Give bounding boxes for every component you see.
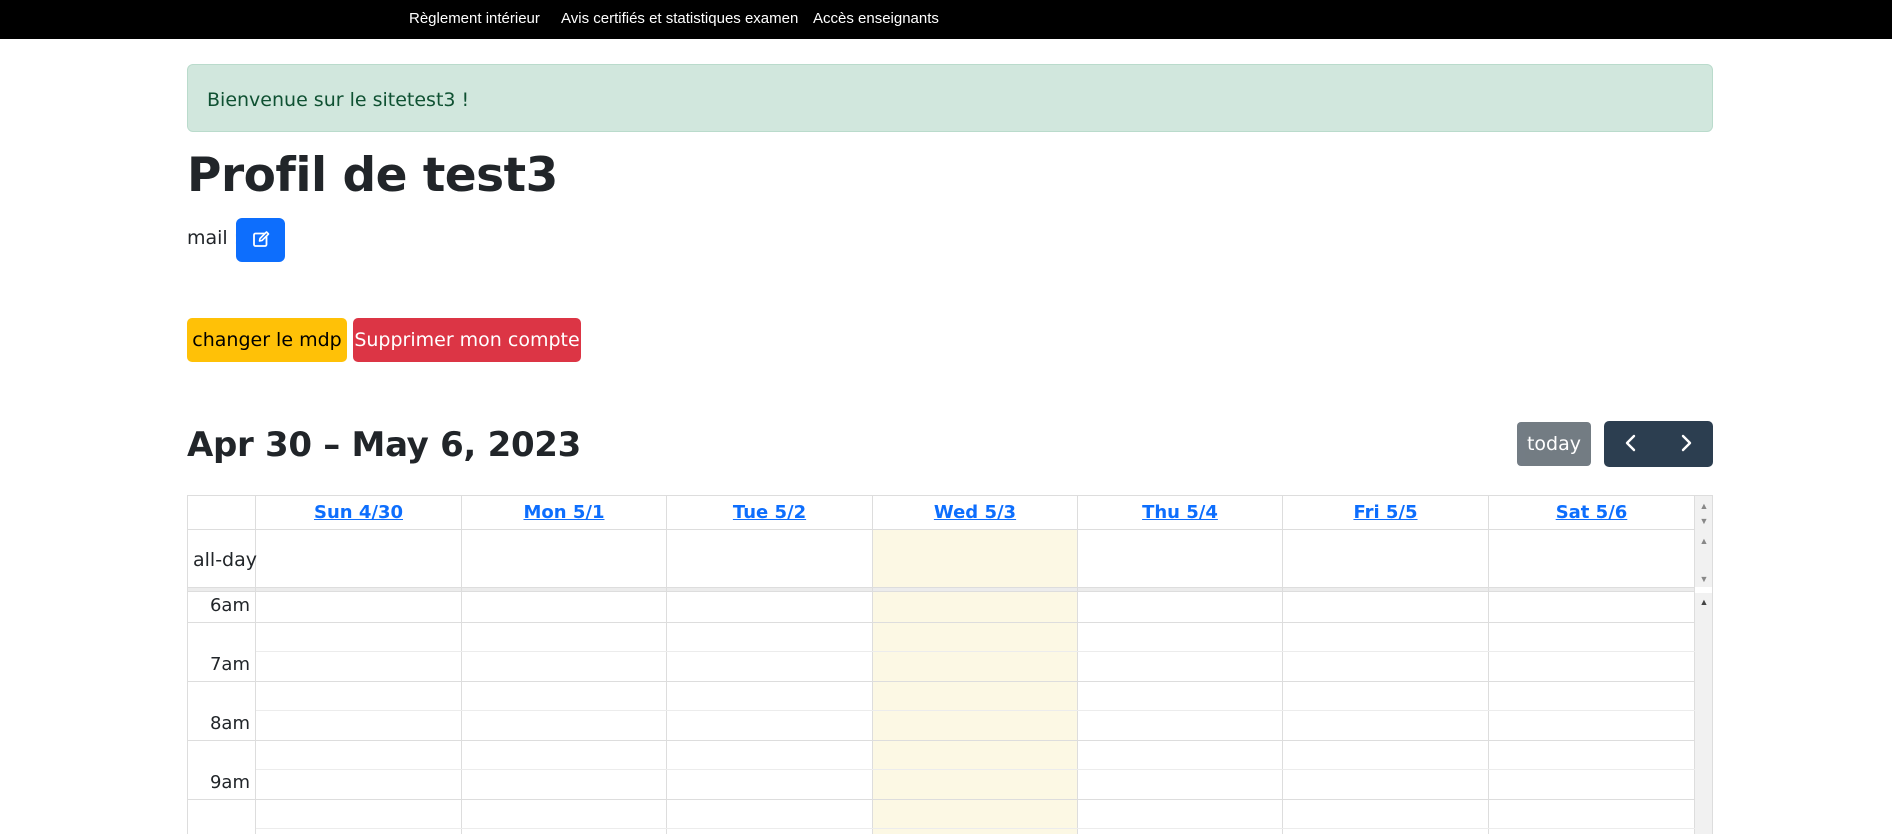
calendar-title: Apr 30 – May 6, 2023 [187, 425, 582, 465]
calendar-scrollbar[interactable]: ▲ ▼ ▲ ▼ ▲ [1695, 496, 1712, 834]
time-label-9am: 9am [209, 772, 250, 793]
day-header-thu[interactable]: Thu 5/4 [1078, 502, 1282, 524]
calendar-nav-group [1604, 421, 1713, 467]
nav-link-acces-enseignants[interactable]: Accès enseignants [813, 10, 939, 27]
prev-week-button[interactable] [1604, 421, 1659, 467]
day-header-tue[interactable]: Tue 5/2 [667, 502, 872, 524]
scroll-down-icon[interactable]: ▼ [1699, 516, 1709, 526]
day-header-sun[interactable]: Sun 4/30 [256, 502, 461, 524]
allday-scroll-up-icon[interactable]: ▲ [1699, 536, 1709, 546]
delete-account-button[interactable]: Supprimer mon compte [353, 318, 581, 362]
next-week-button[interactable] [1659, 421, 1714, 467]
allday-label: all-day [193, 549, 258, 571]
edit-icon [252, 230, 270, 251]
welcome-alert-text: Bienvenue sur le sitetest3 ! [207, 89, 470, 111]
day-header-fri[interactable]: Fri 5/5 [1283, 502, 1488, 524]
change-password-button[interactable]: changer le mdp [187, 318, 347, 362]
allday-separator [188, 588, 1695, 592]
time-label-6am: 6am [209, 595, 250, 616]
day-header-mon[interactable]: Mon 5/1 [462, 502, 666, 524]
time-label-7am: 7am [209, 654, 250, 675]
day-header-wed[interactable]: Wed 5/3 [873, 502, 1077, 524]
today-button[interactable]: today [1517, 422, 1591, 466]
welcome-alert: Bienvenue sur le sitetest3 ! [187, 64, 1713, 132]
nav-link-reglement[interactable]: Règlement intérieur [409, 10, 540, 27]
scroll-up-icon[interactable]: ▲ [1699, 501, 1709, 511]
allday-scroll-down-icon[interactable]: ▼ [1699, 574, 1709, 584]
day-header-sat[interactable]: Sat 5/6 [1489, 502, 1694, 524]
timegrid-scroll-up-icon[interactable]: ▲ [1699, 597, 1709, 607]
top-navbar: Règlement intérieur Avis certifiés et st… [0, 0, 1892, 39]
edit-mail-button[interactable] [236, 218, 285, 262]
chevron-right-icon [1679, 434, 1693, 455]
week-calendar: Sun 4/30 Mon 5/1 Tue 5/2 Wed 5/3 Thu 5/4… [187, 495, 1713, 834]
time-label-8am: 8am [209, 713, 250, 734]
mail-label: mail : [187, 227, 241, 249]
nav-link-avis-statistiques[interactable]: Avis certifiés et statistiques examen [561, 10, 798, 27]
page-title: Profil de test3 [187, 148, 558, 203]
chevron-left-icon [1624, 434, 1638, 455]
allday-row [188, 530, 1695, 588]
